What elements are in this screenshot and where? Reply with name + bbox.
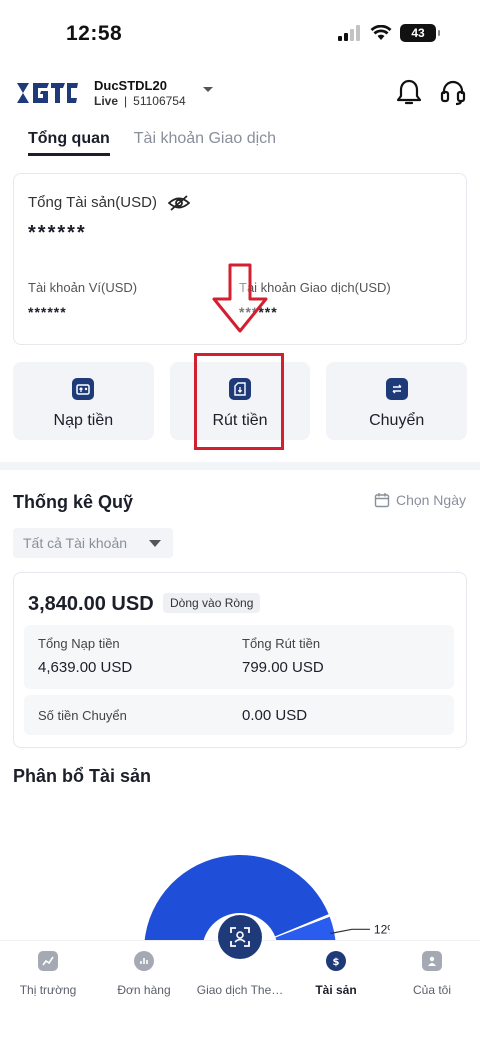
fund-stats-title: Thống kê Quỹ [13, 492, 134, 512]
nav-markets[interactable]: Thị trường [0, 951, 96, 997]
nav-orders[interactable]: Đơn hàng [96, 951, 192, 997]
wallet-account-value: ****** [28, 304, 67, 320]
annotation-arrow-icon [212, 263, 268, 333]
total-assets-label: Tổng Tài sản(USD) [28, 194, 157, 211]
nav-profile-label: Của tôi [412, 983, 452, 997]
net-inflow-badge: Dòng vào Ròng [163, 593, 261, 613]
chart-slice-label: 12% [374, 922, 390, 936]
svg-text:$: $ [333, 957, 340, 967]
tab-trading-accounts[interactable]: Tài khoản Giao dịch [134, 130, 276, 156]
account-type: Live [94, 94, 119, 108]
transfer-label: Chuyển [369, 412, 425, 429]
headset-icon[interactable] [440, 78, 466, 106]
net-inflow-value: 3,840.00 USD [28, 593, 154, 615]
wallet-account-label: Tài khoản Ví(USD) [28, 280, 138, 295]
account-filter-value: Tất cả Tài khoản [23, 535, 128, 551]
gtc-logo-icon [17, 83, 78, 103]
eye-hidden-icon[interactable] [168, 194, 190, 212]
deposit-label: Nạp tiền [53, 412, 114, 429]
status-bar: 12:58 43 [0, 0, 480, 70]
account-dropdown-icon[interactable] [202, 86, 214, 94]
transfer-amount-label: Số tiền Chuyển [38, 708, 127, 723]
deposit-withdraw-summary: Tổng Nạp tiền 4,639.00 USD Tổng Rút tiền… [24, 625, 454, 689]
nav-assets-label: Tài sản [315, 983, 357, 997]
allocation-title: Phân bổ Tài sản [13, 766, 152, 786]
nav-markets-label: Thị trường [19, 983, 77, 997]
date-picker-label: Chọn Ngày [395, 492, 466, 508]
total-withdraw-label: Tổng Rút tiền [242, 636, 321, 651]
total-withdraw-value: 799.00 USD [242, 659, 324, 676]
battery-indicator: 43 [400, 24, 440, 42]
chart-label-leader [330, 928, 370, 935]
transfer-summary: Số tiền Chuyển 0.00 USD [24, 695, 454, 735]
nav-assets[interactable]: $ Tài sản [288, 951, 384, 997]
chart-icon [38, 951, 58, 971]
account-id: 51106754 [133, 94, 186, 108]
annotation-highlight-box [194, 353, 284, 450]
deposit-icon [72, 378, 95, 400]
account-filter-select[interactable]: Tất cả Tài khoản [13, 528, 173, 558]
nav-profile[interactable]: Của tôi [384, 951, 480, 997]
assets-icon: $ [326, 951, 346, 971]
allocation-donut-chart: 12%<0.1% [144, 855, 390, 946]
account-meta[interactable]: Live | 51106754 [94, 94, 186, 108]
overview-tabs: Tổng quan Tài khoản Giao dịch [28, 130, 276, 156]
date-picker-button[interactable]: Chọn Ngày [374, 492, 466, 508]
transfer-amount-value: 0.00 USD [242, 707, 308, 724]
copy-trade-center-button[interactable] [218, 915, 262, 959]
nav-orders-label: Đơn hàng [117, 983, 171, 997]
signal-icon [338, 25, 360, 41]
section-divider [0, 462, 480, 470]
transfer-icon [385, 378, 408, 400]
status-icons: 43 [338, 24, 440, 42]
chevron-down-icon [149, 540, 161, 547]
orders-icon [134, 951, 154, 971]
bell-icon[interactable] [396, 78, 422, 106]
tab-overview[interactable]: Tổng quan [28, 130, 110, 156]
copy-trade-icon [230, 927, 250, 947]
app-header: DucSTDL20 Live | 51106754 [0, 72, 480, 114]
nav-copy-trade-label: Giao dịch The… [196, 983, 284, 997]
account-name[interactable]: DucSTDL20 [94, 78, 167, 93]
total-deposit-label: Tổng Nạp tiền [38, 636, 120, 651]
status-time: 12:58 [66, 22, 123, 45]
total-assets-value: ****** [28, 222, 87, 244]
calendar-icon [374, 493, 390, 508]
account-separator: | [124, 94, 128, 108]
wifi-icon [370, 25, 392, 40]
deposit-button[interactable]: Nạp tiền [13, 362, 154, 440]
total-deposit-value: 4,639.00 USD [38, 659, 133, 676]
transfer-button[interactable]: Chuyển [326, 362, 468, 440]
profile-icon [422, 951, 442, 971]
fund-stats-card: 3,840.00 USD Dòng vào Ròng Tổng Nạp tiền… [13, 572, 467, 748]
